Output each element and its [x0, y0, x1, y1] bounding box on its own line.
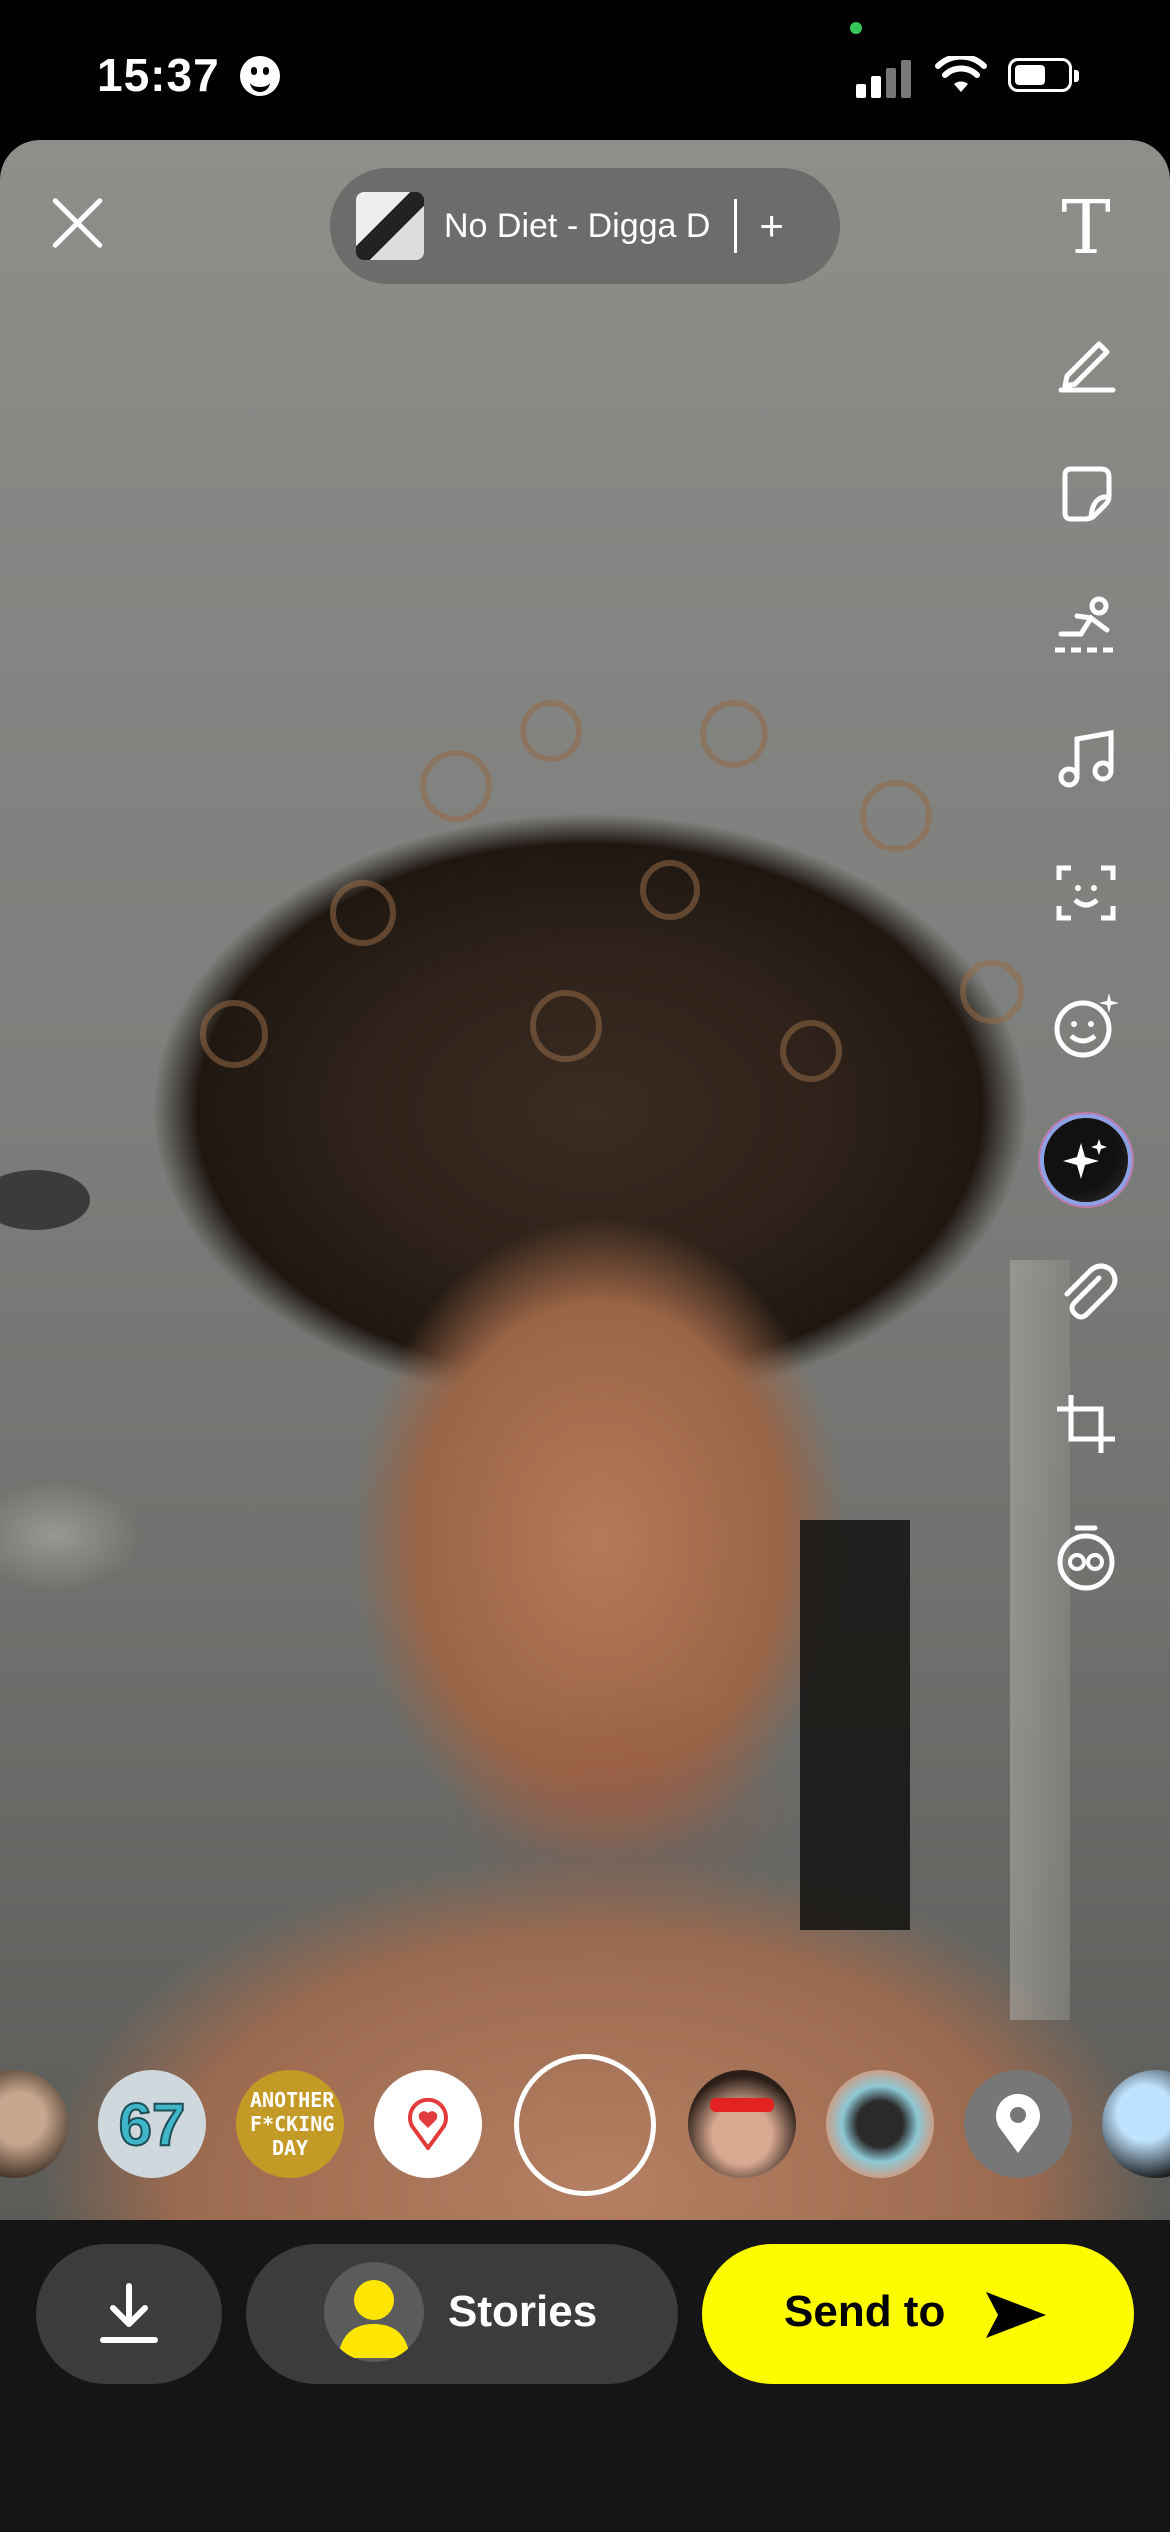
lens-item[interactable]	[688, 2070, 796, 2178]
send-arrow-icon	[986, 2292, 1046, 2338]
hair-curl	[420, 750, 492, 822]
lens-item[interactable]: ANOTHER F*CKING DAY	[236, 2070, 344, 2178]
timer-icon[interactable]	[1038, 1509, 1134, 1605]
focus-smiley-icon	[240, 56, 280, 96]
camera-indicator-dot	[850, 22, 862, 34]
sparkle-icon[interactable]	[1044, 1118, 1128, 1202]
hair-curl	[200, 1000, 268, 1068]
album-art	[356, 192, 424, 260]
ceiling-lamp	[0, 1170, 90, 1230]
hair-curl	[960, 960, 1024, 1024]
lens-item[interactable]	[374, 2070, 482, 2178]
hair-curl	[530, 990, 602, 1062]
paperclip-icon[interactable]	[1038, 1243, 1134, 1339]
hair-curl	[780, 1020, 842, 1082]
lens-label: ANOTHER F*CKING DAY	[250, 2088, 335, 2160]
crop-icon[interactable]	[1038, 1376, 1134, 1472]
send-to-label: Send to	[784, 2287, 946, 2336]
wifi-icon	[935, 56, 987, 92]
background-door	[1010, 1260, 1070, 2020]
music-sticker-pill[interactable]: No Diet - Digga D +	[330, 168, 840, 284]
location-pin-icon	[996, 2093, 1040, 2153]
status-time: 15:37	[97, 49, 220, 101]
pencil-icon[interactable]	[1038, 313, 1134, 409]
cellular-signal-icon	[856, 58, 916, 98]
stories-label: Stories	[448, 2287, 598, 2336]
hair-curl	[520, 700, 582, 762]
lens-label: 67	[118, 2090, 187, 2159]
laser-eyes	[710, 2098, 774, 2112]
status-bar: 15:37	[0, 0, 1170, 140]
save-button[interactable]	[36, 2244, 222, 2384]
music-note-icon[interactable]	[1038, 712, 1134, 808]
smiley-sparkle-icon[interactable]	[1038, 978, 1134, 1074]
lens-item[interactable]: 67	[98, 2070, 206, 2178]
map-pin-heart-icon	[408, 2098, 448, 2150]
lens-item[interactable]	[964, 2070, 1072, 2178]
face-scan-icon[interactable]	[1038, 845, 1134, 941]
background-tv	[800, 1520, 910, 1930]
cutout-icon[interactable]	[1038, 579, 1134, 675]
hair-curl	[330, 880, 396, 946]
capture-button[interactable]	[514, 2054, 656, 2196]
close-icon[interactable]	[48, 193, 108, 253]
song-title: No Diet - Digga D	[444, 206, 711, 245]
sticker-icon[interactable]	[1038, 446, 1134, 542]
bitmoji-avatar	[324, 2262, 424, 2362]
chandelier	[0, 1480, 140, 1590]
hair-curl	[860, 780, 932, 852]
download-icon	[100, 2283, 158, 2343]
hair-curl	[640, 860, 700, 920]
battery-icon	[1008, 58, 1079, 92]
text-icon[interactable]: T	[1038, 180, 1134, 276]
add-music-button[interactable]: +	[759, 205, 784, 247]
pill-divider	[734, 199, 738, 253]
lens-item[interactable]	[826, 2070, 934, 2178]
snap-preview-image	[0, 140, 1170, 2220]
hair-curl	[700, 700, 768, 768]
